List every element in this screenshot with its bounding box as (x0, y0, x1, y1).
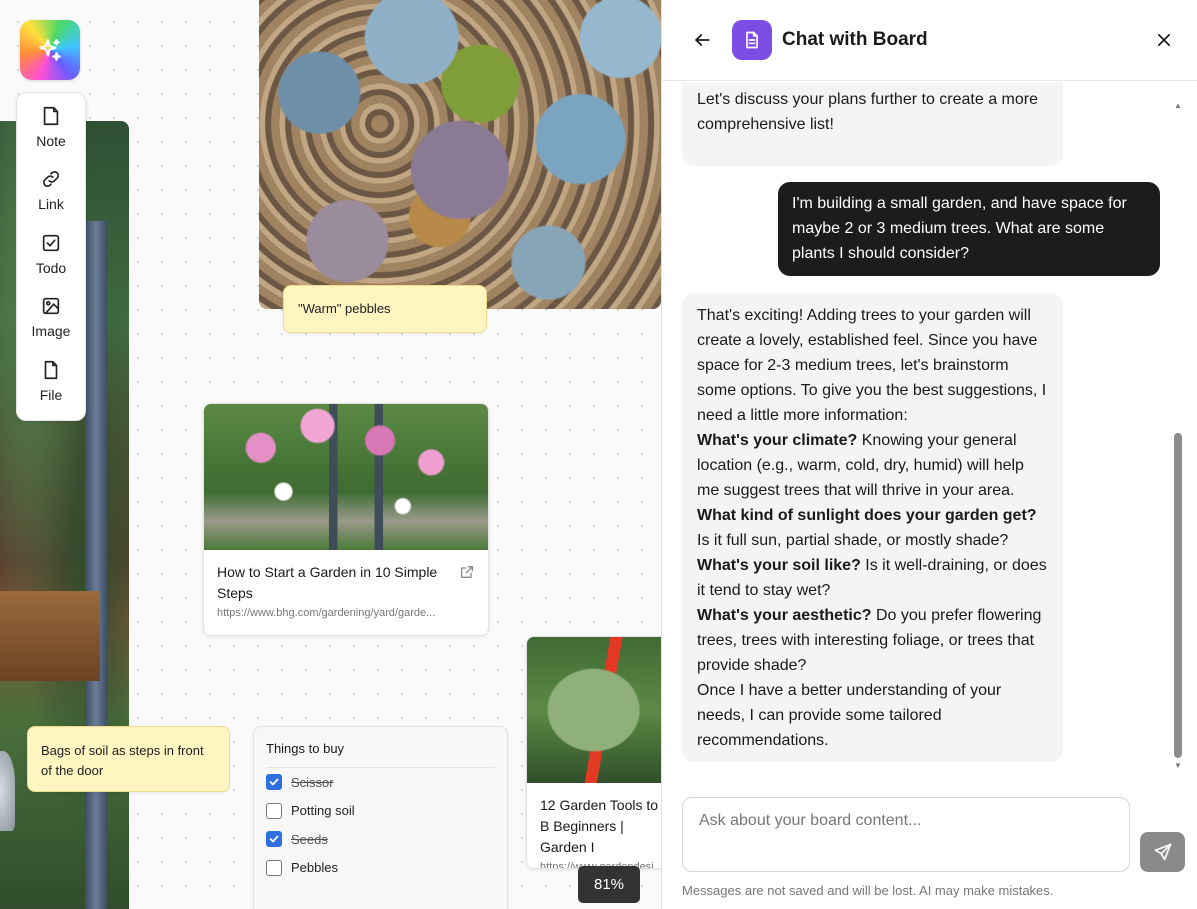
checkbox-checked[interactable] (266, 831, 282, 848)
ai-message: That's exciting! Adding trees to your ga… (682, 293, 1063, 762)
note-text: Bags of soil as steps in front of the do… (41, 743, 204, 778)
ai-question-sunlight: What kind of sunlight does your garden g… (697, 503, 1049, 553)
checkbox-unchecked[interactable] (266, 802, 282, 819)
chat-title: Chat with Board (782, 29, 928, 50)
toolbar-todo-label: Todo (35, 259, 67, 276)
app-logo-icon[interactable] (20, 20, 80, 80)
toolbar-note-button[interactable]: Note (16, 103, 86, 166)
toolbar-file-label: File (39, 386, 63, 403)
bench (0, 591, 100, 681)
message-list[interactable]: Let's discuss your plans further to crea… (662, 82, 1182, 774)
file-icon (44, 360, 58, 379)
link-title: How to Start a Garden in 10 Simple Steps (217, 564, 438, 601)
checkbox-unchecked[interactable] (266, 859, 282, 876)
link-thumbnail (527, 637, 661, 783)
add-item-toolbar: Note Link Todo Image File (16, 92, 86, 421)
ai-message-intro: That's exciting! Adding trees to your ga… (697, 307, 1047, 424)
arch-post (85, 221, 107, 909)
succulents-image[interactable] (259, 0, 661, 309)
todo-item[interactable]: Pebbles (266, 854, 495, 883)
message-scrollbar[interactable]: ▲ ▼ (1172, 100, 1184, 776)
ai-question-soil: What's your soil like? Is it well-draini… (697, 553, 1049, 603)
note-text: "Warm" pebbles (298, 301, 391, 316)
note-icon (43, 106, 59, 126)
link-title: 12 Garden Tools to B Beginners | Garden … (540, 797, 659, 855)
chat-panel: Chat with Board Let's discuss your plans… (661, 0, 1197, 909)
todo-item[interactable]: Scissor (266, 768, 495, 797)
checkbox-checked[interactable] (266, 774, 282, 791)
todo-item-label: Scissor (291, 774, 334, 790)
todo-list-card[interactable]: Things to buy Scissor Potting soil Seeds… (253, 726, 508, 909)
toolbar-link-button[interactable]: Link (16, 166, 86, 229)
scroll-down-arrow-icon[interactable]: ▼ (1174, 762, 1182, 770)
chat-input[interactable] (682, 797, 1130, 872)
disclaimer-text: Messages are not saved and will be lost.… (682, 883, 1054, 898)
toolbar-todo-button[interactable]: Todo (16, 230, 86, 293)
todo-title: Things to buy (266, 741, 495, 768)
toolbar-file-button[interactable]: File (16, 357, 86, 420)
sticky-note-soil[interactable]: Bags of soil as steps in front of the do… (27, 726, 230, 792)
todo-item-label: Potting soil (291, 803, 355, 819)
question-bold: What's your climate? (697, 432, 858, 449)
scroll-thumb[interactable] (1174, 433, 1182, 758)
ai-question-climate: What's your climate? Knowing your genera… (697, 428, 1049, 503)
toolbar-note-label: Note (36, 133, 66, 149)
todo-icon (42, 234, 60, 251)
todo-item[interactable]: Seeds (266, 825, 495, 854)
ai-message-previous: Let's discuss your plans further to crea… (682, 82, 1063, 166)
todo-item[interactable]: Potting soil (266, 797, 495, 826)
question-text: Is it full sun, partial shade, or mostly… (697, 532, 1009, 549)
clipped-line (697, 82, 1049, 87)
user-message-text: I'm building a small garden, and have sp… (792, 195, 1127, 262)
question-bold: What's your soil like? (697, 557, 861, 574)
ai-message-text: Let's discuss your plans further to crea… (697, 91, 1038, 133)
user-message: I'm building a small garden, and have sp… (778, 182, 1160, 276)
external-link-icon[interactable] (459, 564, 475, 580)
back-arrow-icon[interactable] (692, 30, 712, 50)
ai-message-outro: Once I have a better understanding of yo… (697, 682, 1002, 749)
link-card-garden-steps[interactable]: How to Start a Garden in 10 Simple Steps… (203, 403, 489, 636)
ai-question-aesthetic: What's your aesthetic? Do you prefer flo… (697, 603, 1049, 678)
link-card-garden-tools[interactable]: 12 Garden Tools to B Beginners | Garden … (526, 636, 661, 869)
document-icon (732, 20, 772, 60)
chat-header: Chat with Board (662, 0, 1197, 81)
close-icon[interactable] (1155, 31, 1173, 49)
question-bold: What's your aesthetic? (697, 607, 872, 624)
toolbar-link-label: Link (38, 196, 64, 213)
image-icon (42, 298, 60, 315)
scroll-up-arrow-icon[interactable]: ▲ (1174, 102, 1182, 110)
link-icon (42, 171, 60, 188)
todo-item-label: Pebbles (291, 860, 338, 876)
link-url: https://www.bhg.com/gardening/yard/garde… (217, 607, 436, 619)
link-thumbnail (204, 404, 488, 550)
zoom-level-badge[interactable]: 81% (578, 866, 640, 903)
sticky-note-pebbles[interactable]: "Warm" pebbles (283, 285, 487, 333)
toolbar-image-button[interactable]: Image (16, 293, 86, 356)
send-icon (1154, 843, 1171, 861)
board-canvas[interactable]: Note Link Todo Image File "Warm" pebbles… (0, 0, 661, 909)
send-button[interactable] (1140, 832, 1185, 872)
question-bold: What kind of sunlight does your garden g… (697, 507, 1037, 524)
urn (0, 751, 15, 831)
toolbar-image-label: Image (31, 323, 71, 340)
todo-item-label: Seeds (291, 831, 328, 847)
